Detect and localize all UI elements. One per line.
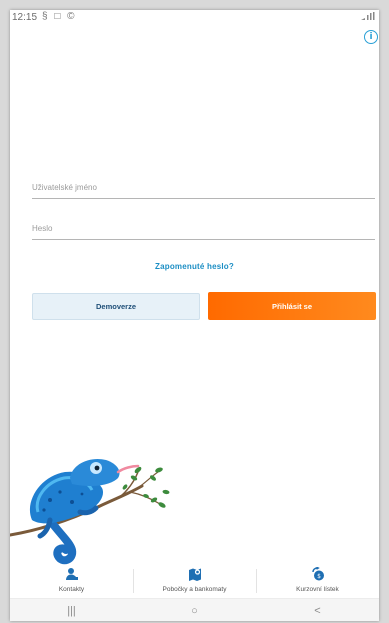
status-notification-icons: § □ © xyxy=(42,11,77,22)
status-bar: 12:15 § □ © xyxy=(10,10,379,32)
password-input[interactable] xyxy=(32,224,375,233)
map-pin-icon xyxy=(188,568,201,581)
bottom-nav: Kontakty Pobočky a bankomaty $ Kurzovní … xyxy=(10,565,379,598)
home-button[interactable]: ○ xyxy=(165,605,225,617)
demo-button[interactable]: Demoverze xyxy=(32,293,200,320)
forgot-password-link[interactable]: Zapomenuté heslo? xyxy=(10,262,379,271)
login-button-label: Přihlásit se xyxy=(271,301,313,311)
back-button[interactable]: < xyxy=(288,605,348,617)
exchange-rate-icon: $ xyxy=(311,567,324,581)
system-navigation-bar: ||| ○ < xyxy=(10,598,379,621)
nav-branches-atms[interactable]: Pobočky a bankomaty xyxy=(133,565,256,598)
nav-branches-label: Pobočky a bankomaty xyxy=(162,586,227,593)
login-button[interactable]: Přihlásit se xyxy=(208,292,376,320)
info-icon[interactable]: i xyxy=(364,30,378,44)
signal-icon xyxy=(361,12,375,22)
nav-exchange-rates[interactable]: $ Kurzovní lístek xyxy=(256,565,379,598)
nav-contacts-label: Kontakty xyxy=(58,586,85,593)
status-time: 12:15 xyxy=(12,12,38,23)
demo-button-label: Demoverze xyxy=(95,302,137,311)
nav-exchange-rates-label: Kurzovní lístek xyxy=(296,586,339,593)
svg-text:$: $ xyxy=(317,573,321,580)
username-field[interactable] xyxy=(32,172,375,199)
contacts-icon xyxy=(65,568,78,580)
password-field[interactable] xyxy=(32,213,375,240)
username-input[interactable] xyxy=(32,183,375,192)
nav-contacts[interactable]: Kontakty xyxy=(10,565,133,598)
chameleon-illustration xyxy=(10,458,170,565)
app-frame: 12:15 § □ © i Zapomenuté heslo? Demoverz… xyxy=(10,10,379,621)
recents-button[interactable]: ||| xyxy=(42,605,102,617)
